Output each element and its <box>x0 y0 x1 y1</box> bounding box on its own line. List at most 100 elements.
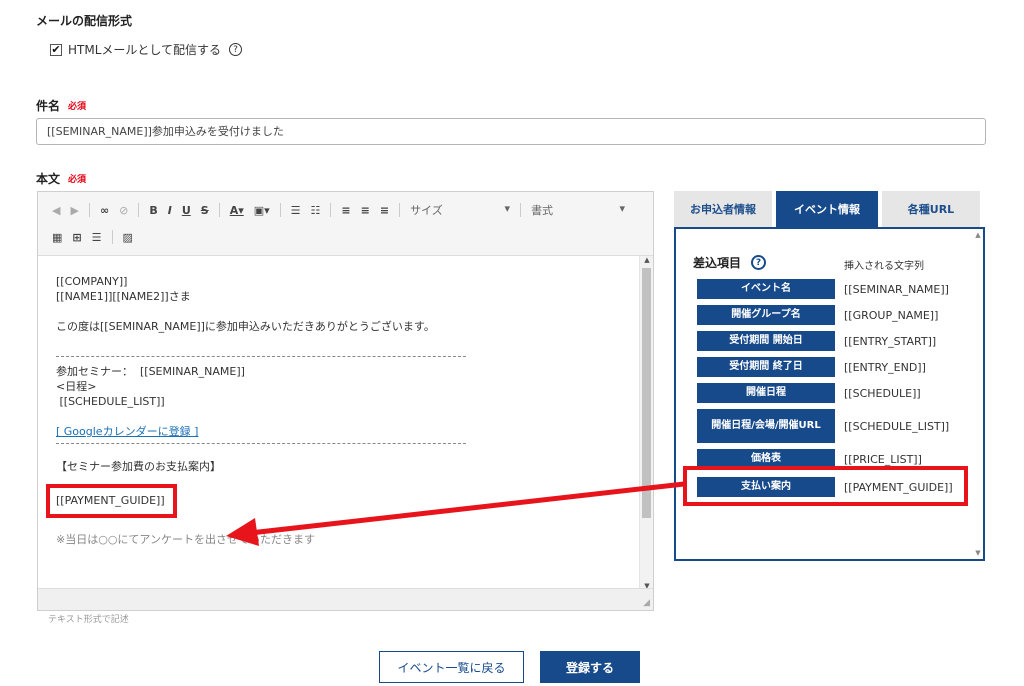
payment-guide-highlight-box <box>683 466 968 506</box>
name-line: [[NAME1]][[NAME2]]さま <box>56 290 191 303</box>
italic-icon[interactable]: I <box>168 204 172 217</box>
horizontal-rule-icon[interactable]: ☰ <box>92 231 102 244</box>
toolbar-row-2: ▦ ⊞ ☰ ▨ <box>52 230 133 244</box>
body-label-row: 本文 必須 <box>36 170 86 187</box>
panel-heading: 差込項目 ? <box>693 254 767 271</box>
editor-scrollbar[interactable]: ▲ ▼ <box>639 256 653 590</box>
variable-row: 開催グループ名 [[GROUP_NAME]] <box>697 305 938 325</box>
variable-row: 受付期間 開始日 [[ENTRY_START]] <box>697 331 936 351</box>
strikethrough-icon[interactable]: S <box>201 204 209 217</box>
insert-event-name-button[interactable]: イベント名 <box>697 279 835 299</box>
panel-scrollbar[interactable]: ▲ ▼ <box>973 229 983 559</box>
schedule-list-line: [[SCHEDULE_LIST]] <box>56 395 165 408</box>
font-size-label: サイズ <box>410 204 443 217</box>
insert-entry-end-button[interactable]: 受付期間 終了日 <box>697 357 835 377</box>
body-editor: ◀ ▶ ∞ ⊘ B I U S A▾ ▣▾ ☰ ☷ ≡ ≡ ≡ サイズ ▾ 書式… <box>37 191 654 611</box>
cut-off-line: ※当日は○○にてアンケートを出させていただきます <box>56 533 315 546</box>
format-select[interactable]: 書式 ▾ <box>531 202 625 218</box>
variable-code: [[ENTRY_END]] <box>844 360 926 374</box>
numbered-list-icon[interactable]: ☰ <box>291 204 301 217</box>
scroll-up-icon[interactable]: ▲ <box>973 231 983 239</box>
variable-row: イベント名 [[SEMINAR_NAME]] <box>697 279 949 299</box>
insert-group-name-button[interactable]: 開催グループ名 <box>697 305 835 325</box>
table-icon[interactable]: ⊞ <box>72 231 81 244</box>
bold-icon[interactable]: B <box>149 204 157 217</box>
dashed-divider <box>56 356 466 357</box>
tab-urls[interactable]: 各種URL <box>882 191 980 227</box>
unlink-icon[interactable]: ⊘ <box>119 204 128 217</box>
save-button[interactable]: 登録する <box>540 651 640 683</box>
html-mail-checkbox[interactable]: ✔ <box>50 43 62 56</box>
variable-panel: 差込項目 ? 挿入される文字列 イベント名 [[SEMINAR_NAME]] 開… <box>674 227 985 561</box>
text-color-icon[interactable]: A▾ <box>230 204 244 217</box>
schedule-heading-line: <日程> <box>56 380 97 393</box>
toolbar-divider <box>88 203 90 217</box>
scroll-thumb[interactable] <box>642 268 651 518</box>
chevron-down-icon: ▾ <box>619 202 626 215</box>
payment-guide-highlight: [[PAYMENT_GUIDE]] <box>46 484 177 518</box>
variable-code: [[GROUP_NAME]] <box>844 308 939 322</box>
font-size-select[interactable]: サイズ ▾ <box>410 202 510 218</box>
subject-input[interactable]: [[SEMINAR_NAME]]参加申込みを受付けました <box>36 118 986 145</box>
image-icon[interactable]: ▨ <box>123 231 133 244</box>
variable-code: [[SCHEDULE]] <box>844 386 921 400</box>
template-icon[interactable]: ▦ <box>52 231 62 244</box>
underline-icon[interactable]: U <box>182 204 191 217</box>
toolbar-row-1: ◀ ▶ ∞ ⊘ B I U S A▾ ▣▾ ☰ ☷ ≡ ≡ ≡ サイズ ▾ 書式… <box>52 202 625 218</box>
editor-content[interactable]: [[COMPANY]] [[NAME1]][[NAME2]]さま この度は[[S… <box>38 256 641 590</box>
subject-label: 件名 <box>36 99 61 113</box>
variable-tabs: お申込者情報 イベント情報 各種URL <box>674 191 984 227</box>
tab-event-info[interactable]: イベント情報 <box>776 191 878 227</box>
toolbar-divider <box>399 203 401 217</box>
undo-icon[interactable]: ◀ <box>52 204 60 217</box>
help-icon[interactable]: ? <box>229 43 243 56</box>
format-label: 書式 <box>531 204 554 217</box>
variable-code: [[SEMINAR_NAME]] <box>844 282 949 296</box>
insert-schedule-button[interactable]: 開催日程 <box>697 383 835 403</box>
align-center-icon[interactable]: ≡ <box>361 204 370 217</box>
background-color-icon[interactable]: ▣▾ <box>254 204 270 217</box>
variable-row: 受付期間 終了日 [[ENTRY_END]] <box>697 357 926 377</box>
body-required-badge: 必須 <box>68 175 87 185</box>
align-left-icon[interactable]: ≡ <box>341 204 350 217</box>
company-line: [[COMPANY]] <box>56 275 128 288</box>
scroll-down-icon[interactable]: ▼ <box>973 549 983 557</box>
dashed-divider <box>56 443 466 444</box>
variable-code: [[ENTRY_START]] <box>844 334 937 348</box>
google-calendar-link[interactable]: [ Googleカレンダーに登録 ] <box>56 425 198 438</box>
variable-code: [[PRICE_LIST]] <box>844 452 922 466</box>
resize-handle-icon[interactable]: ◢ <box>643 598 650 608</box>
panel-column-label: 挿入される文字列 <box>844 261 924 272</box>
payment-heading-line: 【セミナー参加費のお支払案内】 <box>56 460 221 473</box>
bullet-list-icon[interactable]: ☷ <box>311 204 321 217</box>
toolbar-divider <box>218 203 220 217</box>
help-icon[interactable]: ? <box>751 255 767 270</box>
html-mail-option: ✔ HTMLメールとして配信する ? <box>50 41 243 58</box>
body-label: 本文 <box>36 172 61 186</box>
chevron-down-icon: ▾ <box>504 202 511 215</box>
toolbar-divider <box>520 203 522 217</box>
insert-schedule-list-button[interactable]: 開催日程/会場/開催URL <box>697 409 835 443</box>
subject-label-row: 件名 必須 <box>36 97 86 114</box>
tab-applicant-info[interactable]: お申込者情報 <box>674 191 772 227</box>
format-note: テキスト形式で記述 <box>48 615 129 625</box>
editor-statusbar: ◢ <box>38 588 653 610</box>
toolbar-divider <box>138 203 140 217</box>
align-right-icon[interactable]: ≡ <box>380 204 389 217</box>
redo-icon[interactable]: ▶ <box>70 204 78 217</box>
thanks-line: この度は[[SEMINAR_NAME]]に参加申込みいただきありがとうございます… <box>56 320 435 333</box>
payment-guide-line: [[PAYMENT_GUIDE]] <box>56 494 165 507</box>
scroll-up-icon[interactable]: ▲ <box>640 256 654 264</box>
html-mail-label: HTMLメールとして配信する <box>68 43 222 57</box>
insert-entry-start-button[interactable]: 受付期間 開始日 <box>697 331 835 351</box>
back-to-events-button[interactable]: イベント一覧に戻る <box>379 651 524 683</box>
seminar-line: 参加セミナー： [[SEMINAR_NAME]] <box>56 365 245 378</box>
panel-heading-label: 差込項目 <box>693 256 742 270</box>
link-icon[interactable]: ∞ <box>100 204 109 217</box>
variable-row: 開催日程 [[SCHEDULE]] <box>697 383 921 403</box>
